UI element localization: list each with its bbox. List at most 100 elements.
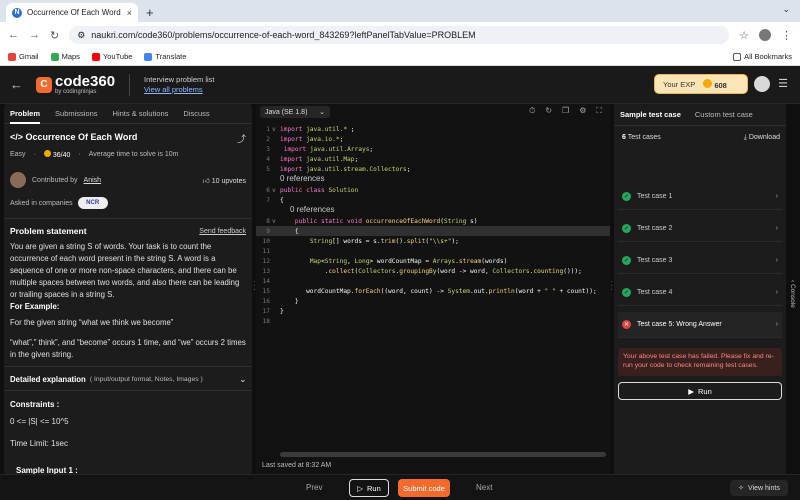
send-feedback-link[interactable]: Send feedback [199, 228, 246, 235]
test-case-item[interactable]: ✓ Test case 4 › [618, 280, 782, 306]
tab-discuss[interactable]: Discuss [183, 109, 209, 118]
timer-icon[interactable]: ⏱ [529, 106, 535, 116]
code-token: import [280, 155, 307, 163]
test-case-item[interactable]: ✓ Test case 2 › [618, 216, 782, 242]
test-case-item[interactable]: ✓ Test case 1 › [618, 184, 782, 210]
forward-arrow-icon[interactable]: → [29, 29, 40, 41]
code-line[interactable]: 16 } [256, 296, 610, 306]
reload-icon[interactable]: ↻ [50, 29, 59, 42]
code-line[interactable]: 1 v import java.util.* ; [256, 124, 610, 134]
code-lens-references[interactable]: 0 references [256, 174, 610, 185]
code-token: split [406, 237, 426, 245]
horizontal-scrollbar[interactable] [280, 452, 606, 457]
code-line[interactable]: 2 import java.io.*; [256, 134, 610, 144]
close-tab-icon[interactable]: × [127, 8, 132, 18]
code-token: ; [339, 135, 344, 143]
company-logo[interactable]: NCR [77, 197, 108, 209]
url-field[interactable]: ⚙ naukri.com/code360/problems/occurrence… [69, 26, 730, 44]
app-back-arrow-icon[interactable]: ← [10, 77, 26, 92]
code-line[interactable]: 18 [256, 316, 610, 326]
fold-chevron-icon[interactable]: v [272, 218, 280, 225]
run-code-label: Run [367, 483, 381, 493]
tab-search-chevron-icon[interactable]: ⌄ [782, 4, 790, 15]
bookmark-youtube[interactable]: YouTube [91, 52, 132, 61]
back-arrow-icon[interactable]: ← [8, 29, 19, 41]
panel-resize-handle[interactable]: · · · [610, 278, 613, 294]
code-line[interactable]: 7{ [256, 195, 610, 205]
bookmark-gmail[interactable]: Gmail [8, 52, 39, 61]
check-icon: ✓ [622, 256, 631, 265]
code360-logo[interactable]: C code360 by codingninjas [36, 74, 115, 95]
exp-badge[interactable]: Your EXP 608 [654, 74, 748, 94]
problem-panel: Problem Submissions Hints & solutions Di… [4, 104, 252, 474]
code-line[interactable]: 12 Map<String, Long> wordCountMap = Arra… [256, 256, 610, 266]
code-token: groupingBy [399, 267, 437, 275]
reset-icon[interactable]: ↻ [545, 106, 552, 116]
coin-icon [703, 78, 713, 88]
test-case-label: Test case 4 [637, 289, 673, 296]
browser-tab[interactable]: N Occurrence Of Each Word - N × [6, 3, 138, 22]
chevron-right-icon: › [775, 257, 778, 264]
test-case-item[interactable]: ✓ Test case 3 › [618, 248, 782, 274]
code-line[interactable]: 10 String[] words = s.trim().split("\\s+… [256, 236, 610, 246]
all-bookmarks[interactable]: All Bookmarks [733, 52, 792, 61]
coin-icon [43, 150, 51, 157]
interview-list-label: Interview problem list [144, 74, 215, 84]
language-select[interactable]: Java (SE 1.8) ⌄ [260, 106, 330, 118]
code-line[interactable]: 13 .collect(Collectors.groupingBy(word -… [256, 266, 610, 276]
code-line[interactable]: 14 [256, 276, 610, 286]
fullscreen-icon[interactable]: ⛶ [596, 106, 602, 116]
code-line[interactable]: 6 v public class Solution [256, 185, 610, 195]
app-menu-icon[interactable]: ☰ [778, 77, 788, 90]
copy-icon[interactable]: ❐ [562, 106, 569, 116]
upvotes[interactable]: 👍︎ 10 upvotes [202, 176, 246, 185]
run-code-button[interactable]: ▷ Run [349, 479, 389, 497]
line-number: 9 [266, 227, 270, 235]
next-button[interactable]: Next [476, 483, 492, 492]
fold-chevron-icon[interactable]: v [272, 187, 280, 194]
code-line[interactable]: 3 import java.util.Arrays; [256, 144, 610, 154]
site-info-icon[interactable]: ⚙ [77, 30, 85, 41]
code-text: { [280, 197, 284, 204]
tab-submissions[interactable]: Submissions [55, 109, 98, 118]
browser-tab-title: Occurrence Of Each Word - N [27, 8, 122, 17]
code-line[interactable]: 11 [256, 246, 610, 256]
chevron-down-icon: ⌄ [319, 109, 325, 116]
code-line[interactable]: 5 import java.util.stream.Collectors; [256, 164, 610, 174]
download-button[interactable]: ⤓ Download [744, 134, 780, 142]
view-all-problems-link[interactable]: View all problems [144, 85, 203, 94]
console-toggle[interactable]: ‹ Console [789, 280, 796, 308]
test-case-item[interactable]: ✕ Test case 5: Wrong Answer › [618, 312, 782, 338]
submit-code-button[interactable]: Submit code [398, 479, 450, 497]
bookmark-maps[interactable]: Maps [50, 52, 80, 61]
code-line[interactable]: 9 { [256, 226, 610, 236]
user-avatar[interactable] [754, 76, 770, 92]
tab-sample-test-case[interactable]: Sample test case [620, 110, 681, 119]
code-lens-references[interactable]: 0 references [256, 205, 610, 216]
chevron-right-icon: › [775, 193, 778, 200]
code-line[interactable]: 15 wordCountMap.forEach((word, count) ->… [256, 286, 610, 296]
code-line[interactable]: 8v public static void occurrenceOfEachWo… [256, 216, 610, 226]
code-line[interactable]: 4 import java.util.Map; [256, 154, 610, 164]
bookmark-translate[interactable]: Translate [144, 52, 186, 61]
profile-icon[interactable] [759, 29, 771, 41]
contributor-name[interactable]: Anish [84, 177, 102, 184]
tab-problem[interactable]: Problem [10, 109, 41, 124]
code-token: ; [350, 125, 355, 133]
new-tab-button[interactable]: + [146, 5, 154, 20]
tab-hints-solutions[interactable]: Hints & solutions [113, 109, 169, 118]
detailed-explanation-toggle[interactable]: Detailed explanation ( Input/output form… [10, 375, 246, 384]
tab-custom-test-case[interactable]: Custom test case [695, 110, 753, 119]
browser-menu-icon[interactable]: ⋮ [781, 29, 792, 42]
share-icon[interactable]: ⤴ [237, 132, 246, 145]
code-area[interactable]: 1 v import java.util.* ; 2 import java.io.*;… [256, 124, 610, 326]
run-tests-button[interactable]: ▶ Run [618, 382, 782, 400]
settings-icon[interactable]: ⚙ [579, 106, 586, 116]
bookmarks-bar: Gmail Maps YouTube Translate All Bookmar… [0, 48, 800, 66]
code-token: " " [544, 287, 556, 295]
bookmark-star-icon[interactable]: ☆ [739, 29, 749, 42]
fold-chevron-icon[interactable]: v [272, 126, 280, 133]
prev-button[interactable]: Prev [306, 483, 322, 492]
code-line[interactable]: 17} [256, 306, 610, 316]
view-hints-button[interactable]: ✧ View hints [730, 480, 788, 496]
